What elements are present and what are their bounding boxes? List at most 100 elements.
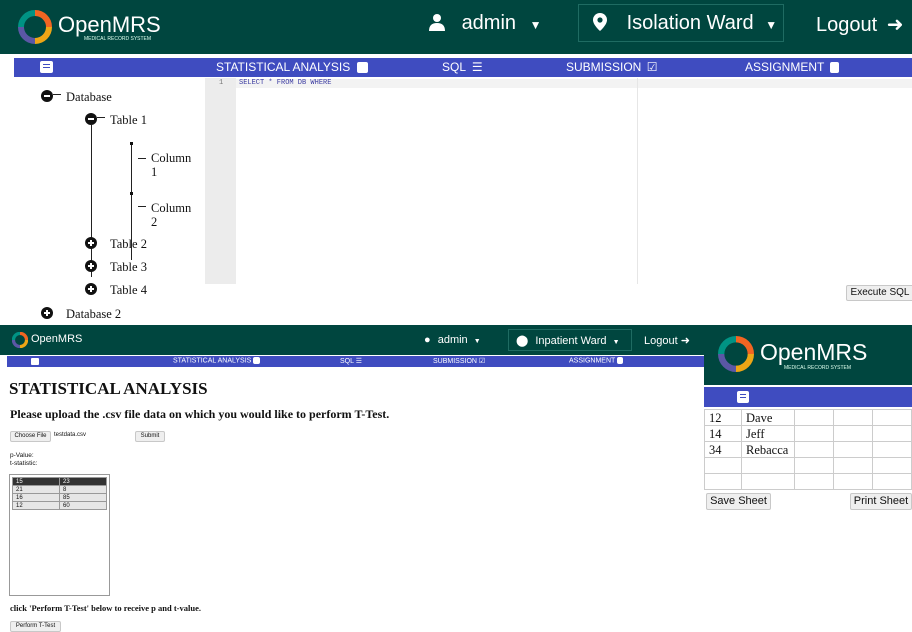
- sheet-cell[interactable]: [794, 457, 834, 474]
- menu-toggle-icon[interactable]: [31, 358, 39, 365]
- print-sheet-button[interactable]: Print Sheet: [850, 493, 912, 510]
- sheet-cell[interactable]: [872, 457, 912, 474]
- bar-chart-icon: [356, 62, 368, 74]
- tree-database[interactable]: Database: [66, 90, 112, 104]
- data-table: 15 23 21 8 16 85 12 60: [12, 477, 107, 510]
- sheet-cell[interactable]: 14: [704, 425, 742, 442]
- selected-file-name: testdata.csv: [54, 432, 87, 438]
- upload-prompt: Please upload the .csv file data on whic…: [10, 407, 390, 421]
- sheet-cell[interactable]: [741, 473, 795, 490]
- user-icon: [428, 13, 446, 31]
- sheet-cell[interactable]: [794, 425, 834, 442]
- tree-table-4[interactable]: Table 4: [110, 283, 147, 297]
- chevron-down-icon: ▼: [612, 339, 620, 346]
- sheet-cell[interactable]: [872, 425, 912, 442]
- spreadsheet[interactable]: 12 Dave 14 Jeff 34 Rebacca: [704, 409, 912, 493]
- table-cell: 60: [59, 501, 107, 510]
- openmrs-logo-icon: [718, 336, 754, 372]
- user-menu[interactable]: ● admin ▼: [424, 334, 481, 346]
- sign-out-icon: ➜: [680, 335, 690, 347]
- collapse-icon[interactable]: [41, 90, 53, 102]
- tree-column-2[interactable]: Column 2: [151, 201, 191, 229]
- table-header-cell: 15: [12, 477, 60, 486]
- brand-subtitle: MEDICAL RECORD SYSTEM: [784, 365, 852, 371]
- submit-button[interactable]: Submit: [135, 431, 165, 442]
- openmrs-logo-icon: [18, 10, 52, 44]
- execute-sql-button[interactable]: Execute SQL: [846, 285, 912, 301]
- tab-sql[interactable]: SQL ☰: [340, 357, 362, 365]
- sheet-cell[interactable]: [704, 457, 742, 474]
- data-table-container[interactable]: 15 23 21 8 16 85 12 60: [9, 474, 110, 596]
- logout-link[interactable]: Logout ➜: [644, 334, 690, 347]
- sort-lines-icon: ☰: [471, 60, 483, 74]
- sql-query-text[interactable]: SELECT * FROM DB WHERE: [239, 79, 331, 87]
- openmrs-logo-icon: [11, 331, 29, 349]
- top-header: OpenMRS MEDICAL RECORD SYSTEM admin ▼ Is…: [0, 0, 912, 54]
- tree-table-3[interactable]: Table 3: [110, 260, 147, 274]
- location-selector[interactable]: Isolation Ward ▼: [578, 4, 784, 42]
- sheet-cell[interactable]: Dave: [741, 409, 795, 426]
- tab-submission[interactable]: SUBMISSION ☑: [433, 357, 485, 365]
- expand-icon[interactable]: [41, 307, 53, 319]
- page-title: STATISTICAL ANALYSIS: [9, 379, 208, 398]
- sheet-cell[interactable]: 34: [704, 441, 742, 458]
- expand-icon[interactable]: [85, 260, 97, 272]
- chevron-down-icon: ▼: [473, 338, 481, 345]
- logout-link[interactable]: Logout ➜: [816, 12, 904, 37]
- tab-statistical-analysis[interactable]: STATISTICAL ANALYSIS: [173, 357, 261, 364]
- sheet-cell[interactable]: [833, 425, 873, 442]
- tab-assignment[interactable]: ASSIGNMENT: [745, 60, 840, 74]
- top-navbar: STATISTICAL ANALYSIS SQL ☰ SUBMISSION ☑ …: [14, 58, 912, 77]
- sheet-cell[interactable]: [833, 441, 873, 458]
- sheet-cell[interactable]: [872, 441, 912, 458]
- sheet-cell[interactable]: [794, 409, 834, 426]
- editor-margin-line: [637, 78, 638, 284]
- user-menu[interactable]: admin ▼: [428, 12, 542, 35]
- map-marker-icon: ⬤: [516, 335, 529, 347]
- sheet-cell[interactable]: [833, 409, 873, 426]
- table-cell: 12: [12, 501, 60, 510]
- check-square-icon: ☑: [478, 358, 486, 365]
- expand-icon[interactable]: [85, 283, 97, 295]
- expand-icon[interactable]: [85, 237, 97, 249]
- table-header-cell: 23: [59, 477, 107, 486]
- menu-toggle-icon[interactable]: [40, 61, 53, 73]
- sheet-cell[interactable]: [741, 457, 795, 474]
- tree-database-2[interactable]: Database 2: [66, 307, 121, 321]
- right-navbar: [704, 387, 912, 407]
- tab-sql[interactable]: SQL ☰: [442, 60, 483, 74]
- brand-name: OpenMRS: [760, 339, 868, 365]
- location-name: Isolation Ward: [626, 12, 754, 34]
- brand-subtitle: MEDICAL RECORD SYSTEM: [84, 36, 152, 42]
- collapse-icon[interactable]: [85, 113, 97, 125]
- sheet-cell[interactable]: [833, 473, 873, 490]
- sheet-cell[interactable]: [872, 409, 912, 426]
- sql-editor[interactable]: 1 SELECT * FROM DB WHERE: [205, 78, 912, 284]
- clipboard-icon: [830, 62, 840, 74]
- sheet-cell[interactable]: [872, 473, 912, 490]
- sheet-cell[interactable]: [794, 441, 834, 458]
- tree-column-1[interactable]: Column 1: [151, 151, 191, 179]
- sheet-cell[interactable]: [794, 473, 834, 490]
- sheet-cell[interactable]: [704, 473, 742, 490]
- table-cell: 85: [59, 493, 107, 502]
- tab-statistical-analysis[interactable]: STATISTICAL ANALYSIS: [216, 60, 368, 74]
- save-sheet-button[interactable]: Save Sheet: [706, 493, 771, 510]
- tab-assignment[interactable]: ASSIGNMENT: [569, 357, 624, 364]
- sheet-cell[interactable]: [833, 457, 873, 474]
- location-selector[interactable]: ⬤ Inpatient Ward ▼: [508, 329, 632, 351]
- tree-table-2[interactable]: Table 2: [110, 237, 147, 251]
- tab-submission[interactable]: SUBMISSION ☑: [566, 60, 657, 74]
- bottom-navbar: STATISTICAL ANALYSIS SQL ☰ SUBMISSION ☑ …: [7, 356, 704, 367]
- check-square-icon: ☑: [646, 60, 658, 74]
- sheet-cell[interactable]: Jeff: [741, 425, 795, 442]
- sheet-cell[interactable]: 12: [704, 409, 742, 426]
- menu-toggle-icon[interactable]: [737, 391, 749, 403]
- sheet-cell[interactable]: Rebacca: [741, 441, 795, 458]
- perform-t-test-button[interactable]: Perform T-Test: [10, 621, 61, 632]
- tree-table-1[interactable]: Table 1: [110, 113, 147, 127]
- choose-file-button[interactable]: Choose File: [10, 431, 51, 442]
- t-statistic-label: t-statistic:: [10, 460, 38, 467]
- brand-name: OpenMRS: [58, 12, 161, 37]
- user-icon: ●: [424, 334, 431, 346]
